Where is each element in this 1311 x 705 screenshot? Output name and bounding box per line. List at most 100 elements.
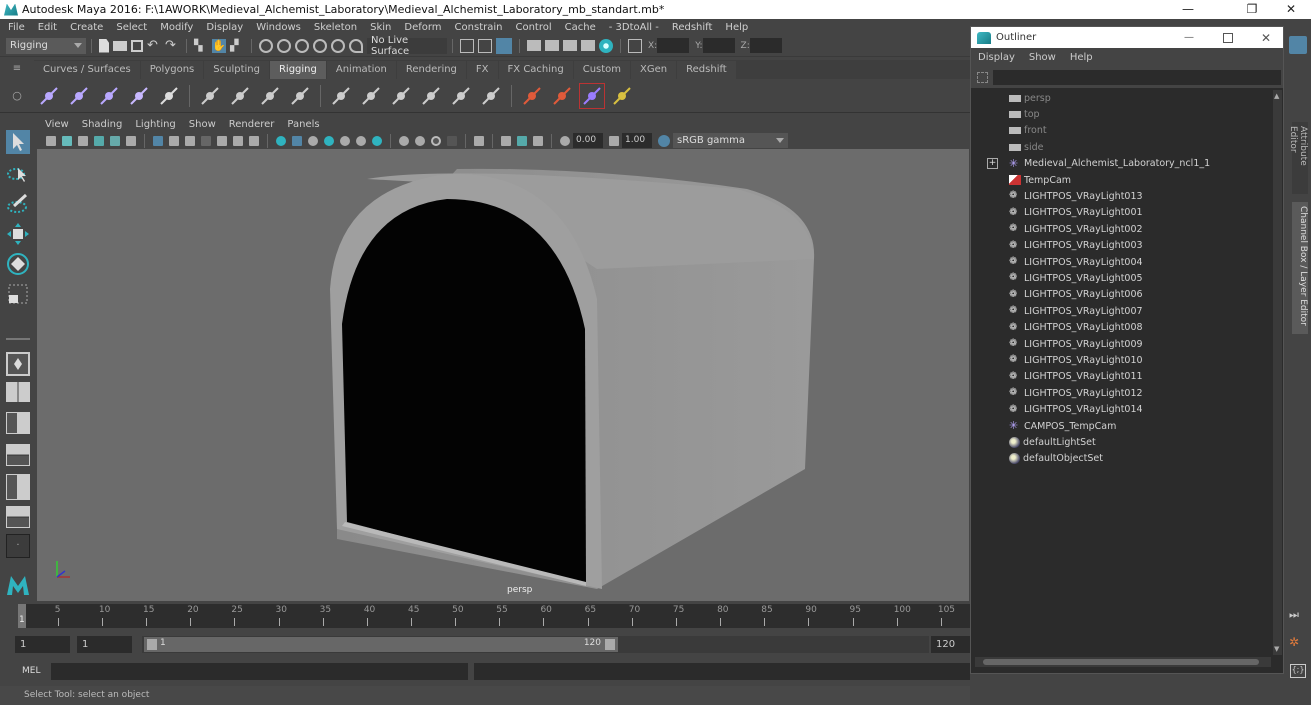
outliner-item[interactable]: defaultLightSet <box>993 434 1096 450</box>
orient-constraint-icon[interactable] <box>389 84 413 108</box>
outliner-item[interactable]: defaultObjectSet <box>993 451 1103 467</box>
menu-deform[interactable]: Deform <box>404 22 441 33</box>
grease-pencil-icon[interactable] <box>126 135 136 146</box>
xray-icon[interactable] <box>399 135 409 146</box>
animation-preferences-icon[interactable]: ✲ <box>1289 635 1299 649</box>
select-camera-icon[interactable] <box>46 135 56 146</box>
snap-grid-icon[interactable] <box>259 38 273 53</box>
wireframe-icon[interactable] <box>276 135 286 146</box>
single-perspective-layout-icon[interactable] <box>6 352 30 376</box>
range-slider-track[interactable]: 1 120 <box>142 636 929 653</box>
input-ops-icon[interactable] <box>460 38 474 53</box>
grid-icon[interactable] <box>153 135 163 146</box>
humanik-icon[interactable] <box>157 84 181 108</box>
ambient-occlusion-icon[interactable] <box>372 135 382 146</box>
outliner-item[interactable]: ❁ LIGHTPOS_VRayLight006 <box>993 287 1143 303</box>
outliner-item[interactable]: TempCam <box>993 172 1071 188</box>
menuset-dropdown[interactable]: Rigging <box>6 37 86 54</box>
panel-menu-show[interactable]: Show <box>189 119 216 130</box>
cluster-icon[interactable] <box>288 84 312 108</box>
move-tool-icon[interactable] <box>6 222 30 246</box>
bookmark-icon[interactable] <box>78 135 88 146</box>
menu-3dtoall[interactable]: - 3DtoAll - <box>609 22 659 33</box>
persp-graph-layout-icon[interactable] <box>6 444 30 466</box>
3dtoall-icon[interactable] <box>579 82 605 109</box>
menu-select[interactable]: Select <box>116 22 147 33</box>
shelf-tab-sculpting[interactable]: Sculpting <box>204 61 269 79</box>
film-gate-icon[interactable] <box>169 135 179 146</box>
outliner-item[interactable]: front <box>993 123 1047 139</box>
menu-skeleton[interactable]: Skeleton <box>314 22 357 33</box>
construction-history-icon[interactable] <box>496 37 512 54</box>
shelf-tab-curves-surfaces[interactable]: Curves / Surfaces <box>34 61 140 79</box>
gate-mask-icon[interactable] <box>201 135 211 146</box>
paint-select-icon[interactable] <box>6 192 30 216</box>
snap-point-icon[interactable] <box>295 38 309 53</box>
command-language-toggle[interactable]: MEL <box>22 666 40 676</box>
render-frame-icon[interactable] <box>545 40 559 51</box>
ik-spline-icon[interactable] <box>97 84 121 108</box>
snap-view-plane-icon[interactable] <box>313 38 327 53</box>
menu-edit[interactable]: Edit <box>38 22 57 33</box>
lattice-icon[interactable] <box>258 84 282 108</box>
parent-constraint-icon[interactable] <box>329 84 353 108</box>
shelf-tab-fx-caching[interactable]: FX Caching <box>498 61 573 79</box>
depth-peeling-icon[interactable] <box>517 135 527 146</box>
lights-icon[interactable] <box>340 135 350 146</box>
channel-box-toggle-icon[interactable] <box>1289 36 1307 54</box>
save-scene-icon[interactable] <box>131 39 143 52</box>
x-input[interactable] <box>657 38 690 53</box>
playback-start-field[interactable]: 1 <box>77 636 132 653</box>
panel-menu-shading[interactable]: Shading <box>82 119 123 130</box>
render-settings-icon[interactable] <box>581 40 595 51</box>
select-component-icon[interactable]: ▞ <box>230 39 244 53</box>
menu-file[interactable]: File <box>8 22 25 33</box>
panel-menu-renderer[interactable]: Renderer <box>229 119 275 130</box>
outliner-item[interactable]: ❁ LIGHTPOS_VRayLight002 <box>993 221 1143 237</box>
menu-control[interactable]: Control <box>515 22 551 33</box>
safe-title-icon[interactable] <box>249 135 259 146</box>
shelf-menu-icon[interactable]: ≡ <box>0 60 34 79</box>
persp-graph-hypershade-layout-icon[interactable] <box>6 506 30 528</box>
open-scene-icon[interactable] <box>113 40 127 51</box>
layers-icon[interactable] <box>610 84 634 108</box>
pole-vector-icon[interactable] <box>479 84 503 108</box>
outliner-vertical-scrollbar[interactable]: ▲ ▼ <box>1273 90 1282 655</box>
view-transform-dropdown[interactable]: sRGB gamma <box>673 133 788 148</box>
command-input[interactable] <box>51 663 468 680</box>
close-button[interactable]: ✕ <box>1271 0 1311 19</box>
isolate-select-icon[interactable] <box>447 135 457 146</box>
shelf-tab-redshift[interactable]: Redshift <box>677 61 736 79</box>
transform-mode-icon[interactable] <box>628 38 642 53</box>
hypershade-icon[interactable] <box>599 38 613 53</box>
shelf-tab-rendering[interactable]: Rendering <box>396 61 466 79</box>
outliner-item[interactable]: ❁ LIGHTPOS_VRayLight010 <box>993 352 1143 368</box>
outliner-item[interactable]: ❁ LIGHTPOS_VRayLight001 <box>993 205 1143 221</box>
menu-skin[interactable]: Skin <box>370 22 391 33</box>
menu-help[interactable]: Help <box>725 22 748 33</box>
animation-start-field[interactable]: 1 <box>15 636 70 653</box>
outliner-close-button[interactable]: ✕ <box>1261 31 1271 45</box>
interactive-bind-icon[interactable] <box>228 84 252 108</box>
select-object-icon[interactable]: ✋ <box>212 38 226 53</box>
point-constraint-icon[interactable] <box>359 84 383 108</box>
horizontal-scroll-thumb[interactable] <box>983 659 1259 665</box>
scale-constraint-icon[interactable] <box>419 84 443 108</box>
render-view-icon[interactable] <box>527 40 541 51</box>
snap-live-icon[interactable] <box>331 38 345 53</box>
menu-display[interactable]: Display <box>206 22 243 33</box>
outliner-item[interactable]: ❁ LIGHTPOS_VRayLight007 <box>993 303 1143 319</box>
outliner-item[interactable]: ✳ CAMPOS_TempCam <box>993 418 1116 434</box>
exposure-input[interactable]: 0.00 <box>573 133 603 148</box>
snap-curve-icon[interactable] <box>277 38 291 53</box>
gamma-icon[interactable] <box>609 135 619 146</box>
menu-redshift[interactable]: Redshift <box>672 22 713 33</box>
menu-constrain[interactable]: Constrain <box>455 22 503 33</box>
scroll-up-icon[interactable]: ▲ <box>1274 92 1279 100</box>
gamma-input[interactable]: 1.00 <box>622 133 652 148</box>
aim-constraint-icon[interactable] <box>449 84 473 108</box>
outliner-item[interactable]: ❁ LIGHTPOS_VRayLight005 <box>993 270 1143 286</box>
exposure-icon[interactable] <box>560 135 570 146</box>
shelf-tab-xgen[interactable]: XGen <box>631 61 677 79</box>
xray-joints-icon[interactable] <box>415 135 425 146</box>
